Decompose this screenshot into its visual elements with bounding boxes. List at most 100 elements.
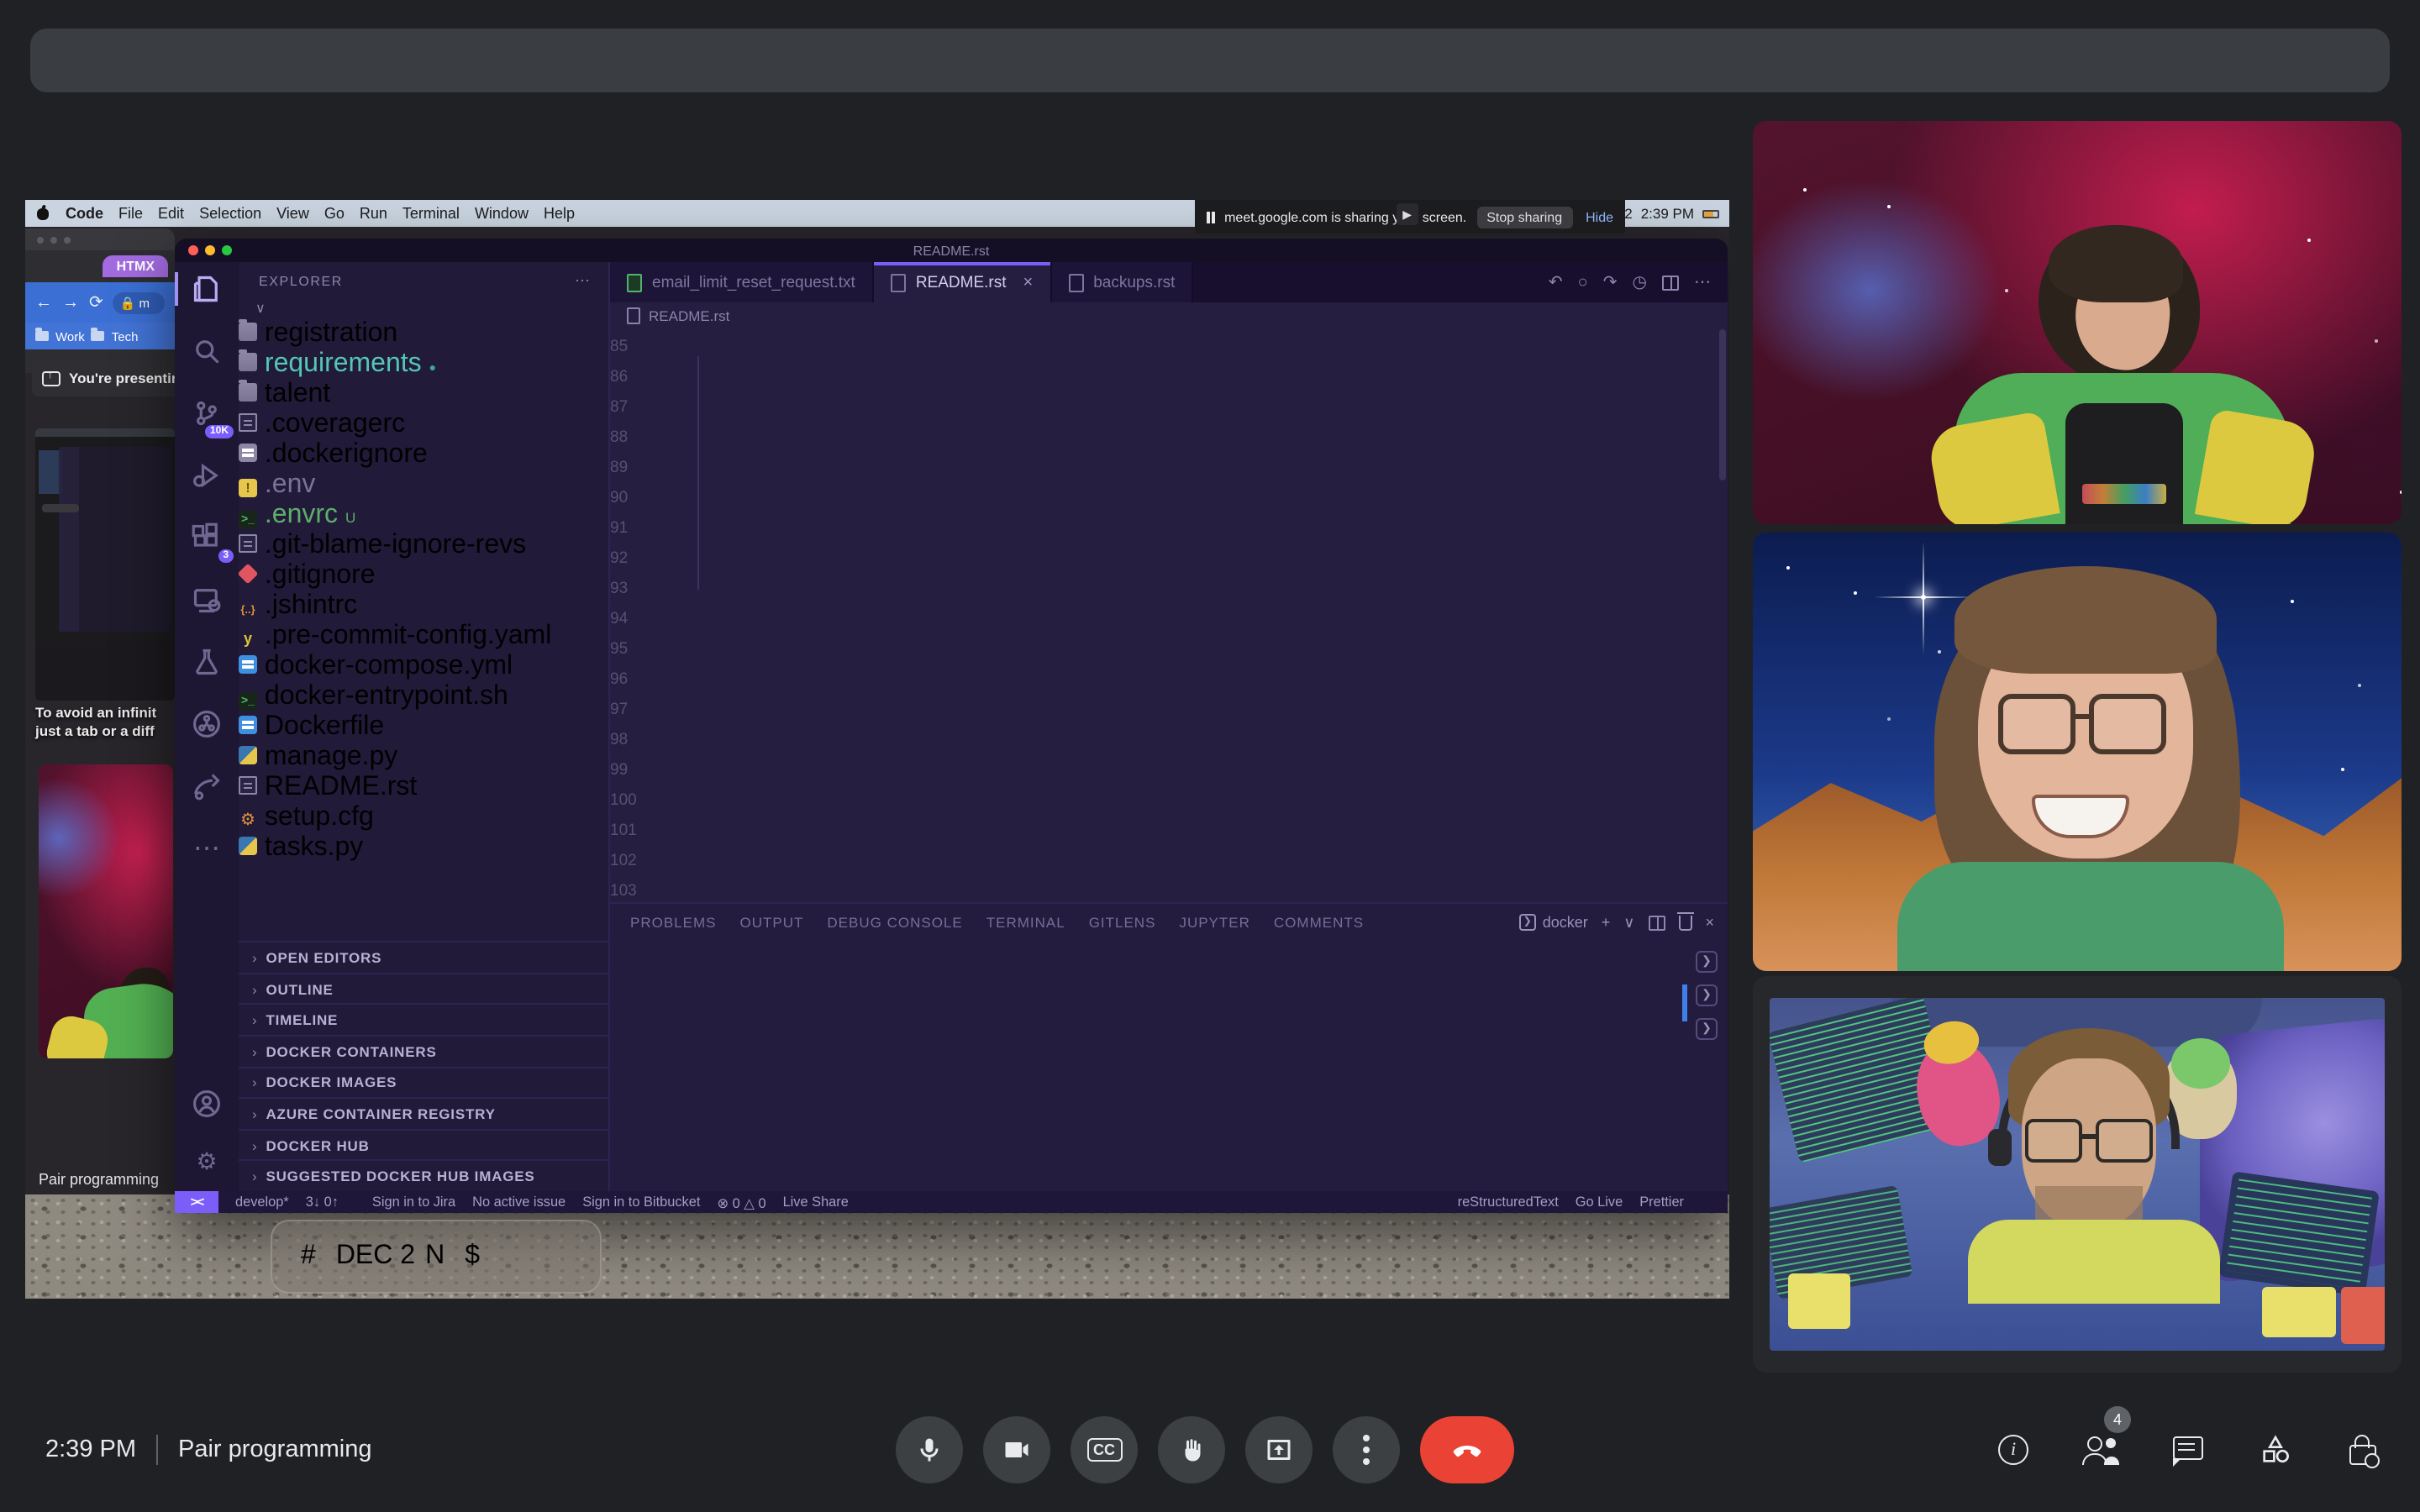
sidebar-section[interactable]: › AZURE CONTAINER REGISTRY [239, 1097, 608, 1128]
status-item[interactable]: develop* [235, 1194, 289, 1210]
captions-button[interactable]: CC [1071, 1416, 1138, 1483]
new-terminal-icon[interactable]: + [1602, 914, 1611, 931]
tab-readme[interactable]: README.rst × [873, 262, 1052, 302]
meeting-details-button[interactable]: i [1993, 1430, 2033, 1470]
share-icon[interactable] [190, 769, 224, 803]
menu-app[interactable]: Code [66, 205, 103, 222]
circle-icon[interactable]: ○ [1578, 273, 1588, 291]
hide-button[interactable]: Hide [1586, 209, 1613, 224]
file-row[interactable]: README.rst [239, 773, 608, 803]
menu-file[interactable]: File [118, 205, 143, 222]
menu-view[interactable]: View [276, 205, 309, 222]
remote-indicator[interactable]: >< [175, 1191, 218, 1213]
file-row[interactable]: .gitignore [239, 561, 608, 591]
extensions-icon[interactable]: 3 [190, 521, 234, 563]
file-row[interactable]: tasks.py [239, 833, 608, 864]
sidebar-section[interactable]: › DOCKER IMAGES [239, 1066, 608, 1097]
activities-button[interactable] [2255, 1430, 2296, 1470]
sidebar-section[interactable]: › OPEN EDITORS [239, 941, 608, 973]
dock-item[interactable]: DEC 2 [336, 1242, 415, 1272]
status-item[interactable]: Prettier [1639, 1194, 1684, 1210]
playback-indicator[interactable]: ▶ [1396, 203, 1418, 225]
file-row[interactable]: .jshintrc [239, 591, 608, 622]
status-item[interactable]: Go Live [1576, 1194, 1623, 1210]
source-control-icon[interactable]: 10K [190, 396, 234, 438]
terminal-instance-icon[interactable]: ❯ [1696, 984, 1718, 1006]
file-row[interactable]: .envrc U [239, 501, 608, 531]
mic-button[interactable] [896, 1416, 963, 1483]
file-row[interactable]: talent [239, 380, 608, 410]
file-row[interactable]: .coveragerc [239, 410, 608, 440]
explorer-icon[interactable] [175, 272, 224, 306]
status-item[interactable]: Sign in to Jira [372, 1194, 455, 1210]
status-item[interactable]: Sign in to Bitbucket [582, 1194, 700, 1210]
participant-video-1[interactable] [1753, 121, 2402, 524]
panel-tab[interactable]: GITLENS [1089, 914, 1156, 931]
settings-gear-icon[interactable]: ⚙ [190, 1144, 224, 1178]
sidebar-section[interactable]: › TIMELINE [239, 1003, 608, 1035]
present-button[interactable] [1245, 1416, 1313, 1483]
git-graph-icon[interactable] [190, 707, 224, 741]
menu-edit[interactable]: Edit [158, 205, 184, 222]
camera-button[interactable] [983, 1416, 1050, 1483]
sidebar-section[interactable]: › OUTLINE [239, 972, 608, 1004]
file-row[interactable]: .env [239, 470, 608, 501]
menu-run[interactable]: Run [360, 205, 387, 222]
status-item[interactable]: 3↓ 0↑ [306, 1194, 339, 1210]
sidebar-section[interactable]: › DOCKER CONTAINERS [239, 1035, 608, 1066]
shell-selector[interactable]: ❯ docker [1518, 914, 1588, 931]
kill-terminal-icon[interactable] [1676, 911, 1694, 930]
close-panel-icon[interactable]: × [1705, 914, 1714, 931]
bookmark-tech[interactable]: Tech [112, 328, 139, 344]
sidebar-section[interactable]: › DOCKER HUB [239, 1128, 608, 1160]
chat-button[interactable] [2168, 1430, 2208, 1470]
panel-tab[interactable]: TERMINAL [986, 914, 1065, 931]
apple-menu-icon[interactable] [35, 205, 50, 222]
reload-icon[interactable]: ⟳ [89, 293, 103, 312]
account-icon[interactable] [190, 1087, 224, 1121]
test-beaker-icon[interactable] [190, 645, 224, 679]
search-icon[interactable] [190, 334, 224, 368]
status-item[interactable]: reStructuredText [1458, 1194, 1559, 1210]
stop-sharing-button[interactable]: Stop sharing [1476, 206, 1573, 228]
forward-icon[interactable]: → [62, 293, 79, 312]
raise-hand-button[interactable] [1158, 1416, 1225, 1483]
file-row[interactable]: docker-compose.yml [239, 652, 608, 682]
file-row[interactable]: manage.py [239, 743, 608, 773]
file-row[interactable]: .dockerignore [239, 440, 608, 470]
menu-go[interactable]: Go [324, 205, 345, 222]
tab-email-limit-reset-request[interactable]: email_limit_reset_request.txt [610, 262, 874, 302]
sidebar-section[interactable]: › SUGGESTED DOCKER HUB IMAGES [239, 1159, 608, 1191]
remote-explorer-icon[interactable] [190, 583, 224, 617]
terminal[interactable] [630, 954, 1677, 1126]
split-editor-icon[interactable] [1662, 275, 1679, 290]
more-actions-icon[interactable]: ⋯ [1694, 273, 1711, 291]
panel-tab[interactable]: PROBLEMS [630, 914, 717, 931]
dock-item[interactable]: $ [465, 1242, 480, 1272]
split-terminal-icon[interactable] [1648, 915, 1665, 930]
participants-button[interactable]: 4 [2081, 1406, 2131, 1470]
tab-backups[interactable]: backups.rst [1051, 262, 1194, 302]
status-item[interactable]: ⊗ 0 △ 0 [717, 1194, 765, 1210]
chrome-tab-htmx[interactable]: HTMX [103, 255, 168, 277]
file-row[interactable]: .git-blame-ignore-revs [239, 531, 608, 561]
code-editor[interactable]: 85 86 87 88 89 90 91 92 93 94 95 96 97 9… [610, 329, 1718, 902]
address-bar[interactable]: 🔒 m [113, 291, 165, 313]
root-folder-chevron[interactable]: ∨ [239, 297, 608, 319]
back-icon[interactable]: ↶ [1549, 273, 1563, 291]
file-row[interactable]: Dockerfile [239, 712, 608, 743]
file-row[interactable]: setup.cfg [239, 803, 608, 833]
dock-item[interactable]: N [425, 1242, 445, 1272]
timeline-clock-icon[interactable]: ◷ [1633, 273, 1647, 291]
close-icon[interactable]: × [1023, 273, 1034, 291]
status-item[interactable]: Live Share [783, 1194, 849, 1210]
dock-item[interactable]: # [301, 1242, 316, 1272]
terminal-instance-icon[interactable]: ❯ [1696, 951, 1718, 973]
terminal-instances[interactable]: ❯ ❯ ❯ [1696, 951, 1718, 1040]
editor-scrollbar[interactable] [1719, 329, 1726, 480]
more-options-button[interactable] [1333, 1416, 1400, 1483]
forward-icon[interactable]: ↷ [1603, 273, 1618, 291]
chrome-window-fragment[interactable]: HTMX ← → ⟳ 🔒 m Work Tech [25, 228, 175, 373]
file-row[interactable]: registration [239, 319, 608, 349]
run-debug-icon[interactable] [190, 459, 224, 492]
